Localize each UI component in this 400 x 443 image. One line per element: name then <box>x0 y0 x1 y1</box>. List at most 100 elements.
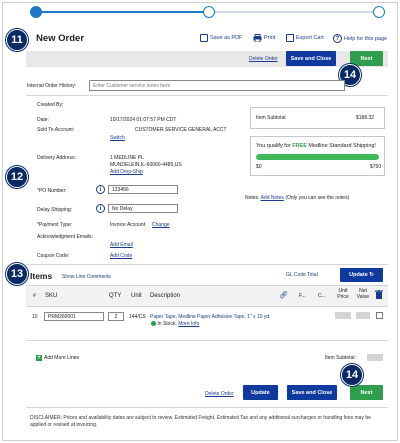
update-button-bottom[interactable]: Update <box>243 385 278 400</box>
col-qty: QTY <box>109 293 122 299</box>
po-info-icon[interactable]: i <box>96 185 105 194</box>
po-number-label: *PO Number: <box>37 188 67 194</box>
progress-line-remaining <box>209 11 379 13</box>
export-icon <box>286 34 294 42</box>
delete-order-link-top[interactable]: Delete Order <box>249 56 278 62</box>
more-info-link[interactable]: More Info <box>178 321 199 327</box>
callout-badge-13: 13 <box>6 263 28 285</box>
help-label: Help for this page <box>344 35 388 42</box>
pdf-icon <box>200 34 208 42</box>
step-2-indicator <box>203 6 215 18</box>
items-table-header <box>26 285 388 307</box>
history-input[interactable]: Enter Customer service notes here <box>89 80 345 91</box>
summary-subtotal-value: $188.32 <box>356 115 375 121</box>
notes-row: Notes: Add Notes (Only you can see the n… <box>245 195 349 201</box>
payment-type-label: *Payment Type: <box>37 222 73 228</box>
progress-min-label: $0 <box>256 164 262 170</box>
progress-max-label: $750 <box>370 164 382 170</box>
delivery-line-2: MUNDELEIN,IL-60060-4485,US <box>110 162 182 168</box>
items-subtotal-redacted <box>367 354 383 361</box>
shipping-progress-fill <box>256 154 379 160</box>
trash-icon[interactable] <box>375 290 383 299</box>
payment-change-link[interactable]: Change <box>152 222 170 228</box>
divider <box>26 340 388 341</box>
disclaimer-text: DISCLAIMER: Prices and availability date… <box>30 415 371 428</box>
plus-icon: + <box>36 355 42 361</box>
link-icon: 🔗︎ <box>279 292 288 299</box>
page-title: New Order <box>36 33 85 44</box>
col-description: Description <box>150 293 181 299</box>
next-button-bottom[interactable]: Next <box>350 385 383 400</box>
next-button-top[interactable]: Next <box>350 51 383 66</box>
progress-line-complete <box>36 11 209 13</box>
coupon-code-label: Coupon Code: <box>37 253 70 259</box>
save-pdf-label: Save as PDF <box>210 35 243 41</box>
ack-emails-label: Acknowledgment Emails: <box>37 234 93 240</box>
col-c: C... <box>318 293 326 299</box>
history-label: Internal Order History: <box>27 83 77 89</box>
update-label: Update <box>349 272 368 278</box>
col-sku: SKU <box>45 293 58 299</box>
show-line-comments-link[interactable]: Show Line Comments <box>62 274 111 280</box>
shipping-pre: You qualify for <box>256 143 293 149</box>
save-close-button-bottom[interactable]: Save and Close <box>287 385 337 400</box>
sku-input[interactable]: PRM260001 <box>44 312 104 321</box>
free-shipping-message: You qualify for FREE Medline Standard Sh… <box>256 143 376 149</box>
add-email-link[interactable]: Add Email <box>110 242 133 248</box>
col-unit-price: Unit Price <box>337 288 349 300</box>
delivery-address-label: Delivery Address: <box>37 155 76 161</box>
date-label: Date: <box>37 117 49 123</box>
summary-subtotal-label: Item Subtotal <box>256 115 286 121</box>
stock-text: In Stock. <box>157 321 177 327</box>
qty-input[interactable]: 2 <box>108 312 124 321</box>
callout-badge-11: 11 <box>6 29 28 51</box>
shipping-progress-track <box>256 154 379 160</box>
delay-info-icon[interactable]: i <box>96 204 105 213</box>
row-select-checkbox[interactable] <box>376 312 383 319</box>
row-description-link[interactable]: Paper Tape, Medline Paper Adhesive Tape,… <box>150 314 271 320</box>
net-value-redacted <box>356 312 370 319</box>
col-num: # <box>33 293 36 299</box>
items-subtotal-label: Item Subtotal: <box>325 355 356 361</box>
export-cart-label: Export Cart <box>296 35 324 41</box>
row-num: 10 <box>32 314 38 320</box>
add-code-link[interactable]: Add Code <box>110 253 132 259</box>
help-icon: ? <box>333 34 342 43</box>
delivery-line-1: 1 MEDLINE PL <box>110 155 144 161</box>
row-unit: 144/CS <box>129 314 146 320</box>
help-link[interactable]: ? Help for this page <box>333 34 387 43</box>
callout-badge-14-bottom: 14 <box>341 364 363 386</box>
in-stock-icon <box>151 321 156 327</box>
printer-icon <box>253 34 262 42</box>
sold-to-label: Sold To Account: <box>37 127 75 133</box>
col-unit: Unit <box>131 293 142 299</box>
print-label: Print <box>264 35 276 41</box>
print-link[interactable]: Print <box>253 34 275 42</box>
export-cart-link[interactable]: Export Cart <box>286 34 324 42</box>
col-net-value: Net Value <box>356 288 370 300</box>
step-1-indicator <box>30 6 42 18</box>
refresh-icon: ↻ <box>369 272 374 278</box>
step-3-indicator <box>373 6 385 18</box>
add-drop-ship-link[interactable]: Add Drop-Ship <box>110 169 143 175</box>
po-number-input[interactable]: 123456 <box>108 185 178 194</box>
divider <box>26 407 388 408</box>
update-button-items[interactable]: Update ↻ <box>340 268 383 282</box>
unit-price-redacted <box>335 312 351 319</box>
row-stock-status: In Stock. More Info <box>151 321 199 327</box>
notes-hint: (Only you can see the notes) <box>283 195 350 201</box>
col-f: F... <box>299 293 306 299</box>
delete-order-link-bottom[interactable]: Delete Order <box>205 391 234 397</box>
payment-type-value: Invoice Account <box>110 222 146 228</box>
save-close-button-top[interactable]: Save and Close <box>286 51 336 66</box>
save-pdf-link[interactable]: Save as PDF <box>200 34 242 42</box>
add-more-lines-link[interactable]: + Add More Lines <box>36 355 79 361</box>
add-notes-link[interactable]: Add Notes <box>261 195 284 201</box>
delay-shipping-input[interactable]: No Delay <box>108 204 178 213</box>
date-value: 10/17/2024 01:07:57 PM CDT <box>110 117 177 123</box>
items-title: Items <box>30 271 53 281</box>
divider <box>26 264 388 265</box>
gl-code-total-link[interactable]: GL Code Total <box>286 272 318 278</box>
switch-account-link[interactable]: Switch <box>110 135 125 141</box>
callout-badge-12: 12 <box>6 166 28 188</box>
